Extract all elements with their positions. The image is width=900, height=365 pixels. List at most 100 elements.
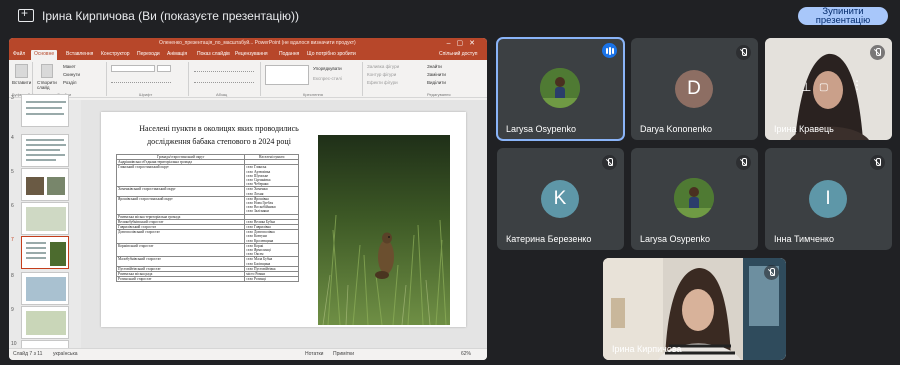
tab-design[interactable]: Конструктор bbox=[101, 51, 130, 57]
shape-outline-button[interactable]: Контур фігури bbox=[367, 72, 396, 77]
slide-counter: Слайд 7 з 11 bbox=[13, 351, 43, 357]
window-controls[interactable]: –▢✕ bbox=[447, 39, 481, 47]
tab-insert[interactable]: Вставлення bbox=[66, 51, 93, 57]
participant-tile-iryna-kravets[interactable]: ⊥ ▢ ⋮ Ірина Кравець bbox=[765, 38, 892, 140]
layout-button[interactable]: Макет bbox=[63, 64, 76, 69]
participant-tile-larysa-osypenko-2[interactable]: Larysa Osypenko bbox=[631, 148, 758, 250]
participant-tile-darya-kononenko[interactable]: D Darya Kononenko bbox=[631, 38, 758, 140]
thumbnail-image bbox=[21, 272, 69, 305]
notes-button[interactable]: Нотатки bbox=[305, 351, 323, 357]
quick-styles-button[interactable]: Експрес-стилі bbox=[313, 76, 342, 81]
participant-name: Darya Kononenko bbox=[640, 124, 713, 134]
find-button[interactable]: Знайти bbox=[427, 64, 442, 69]
reset-button[interactable]: Скинути bbox=[63, 72, 80, 77]
shape-effects-button[interactable]: Ефекти фігури bbox=[367, 80, 398, 85]
font-name-box[interactable] bbox=[111, 65, 155, 72]
font-size-box[interactable] bbox=[157, 65, 171, 72]
clipboard-group: Вставити Буфер обміну bbox=[11, 62, 38, 97]
mic-off-icon bbox=[736, 155, 751, 170]
thumbnail-number: 3 bbox=[11, 95, 14, 101]
tab-transitions[interactable]: Переходи bbox=[137, 51, 160, 57]
replace-button[interactable]: Замінити bbox=[427, 72, 446, 77]
paragraph-row-1[interactable] bbox=[194, 65, 254, 72]
tab-view[interactable]: Подання bbox=[279, 51, 299, 57]
table-row: Глинський старостинський округ село Глинс… bbox=[115, 164, 299, 188]
community-cell: Коржівський старостат bbox=[115, 242, 246, 258]
thumbnail-number: 4 bbox=[11, 135, 14, 141]
settlements-cell: село Довгополівка село Ковтуни село Крол… bbox=[244, 229, 299, 244]
arrange-button[interactable]: Упорядкувати bbox=[313, 66, 342, 71]
more-options-icon[interactable]: ⋮ bbox=[851, 78, 863, 92]
settlements-table[interactable]: Громада/старостинський округ Населені пу… bbox=[115, 153, 299, 283]
participant-name: Інна Тимченко bbox=[774, 234, 834, 244]
new-slide-icon[interactable] bbox=[41, 64, 53, 78]
slide-thumbnail-selected[interactable]: 7 bbox=[9, 236, 81, 274]
paragraph-group-label: Абзац bbox=[216, 92, 228, 97]
select-button[interactable]: Виділити bbox=[427, 80, 446, 85]
slide-thumbnail[interactable]: 8 bbox=[9, 272, 81, 310]
thumbnail-image bbox=[21, 168, 69, 201]
slide-thumbnail[interactable]: 6 bbox=[9, 202, 81, 240]
community-cell: Довгополівський старостат bbox=[115, 229, 246, 244]
tab-file[interactable]: Файл bbox=[13, 51, 25, 57]
tab-slideshow[interactable]: Показ слайдів bbox=[197, 51, 230, 57]
mic-off-icon bbox=[870, 45, 885, 60]
slide-title[interactable]: Населені пункти в околицях яких проводил… bbox=[119, 122, 319, 148]
presenter-banner: Ірина Кирпичова (Ви (показуєте презентац… bbox=[42, 9, 300, 23]
drawing-group-label: Креслення bbox=[303, 92, 323, 97]
tab-home[interactable]: Основне bbox=[31, 50, 58, 60]
table-row: Малобубнівський старостат село Мала Бубна… bbox=[115, 256, 299, 267]
zoom-level[interactable]: 62% bbox=[461, 351, 471, 357]
avatar bbox=[540, 68, 580, 108]
comments-button[interactable]: Примітки bbox=[333, 351, 354, 357]
thumbnail-number: 8 bbox=[11, 273, 14, 279]
ribbon-tabs: Файл Основне Вставлення Конструктор Пере… bbox=[9, 50, 487, 60]
document-title: Олененко_презентація_по_масштабуй... Pow… bbox=[159, 40, 356, 46]
stop-presenting-button[interactable]: Зупинити презентацію bbox=[798, 7, 888, 25]
community-cell: Малобубнівський старостат bbox=[115, 256, 246, 267]
table-row: Рогинський старостат село Рогинці bbox=[115, 276, 299, 283]
language-indicator[interactable]: українська bbox=[53, 351, 78, 357]
slide-thumbnail[interactable]: 5 bbox=[9, 168, 81, 206]
frame-icon[interactable]: ▢ bbox=[819, 82, 828, 93]
participant-tile-iryna-kyrpychova-self[interactable]: Ірина Кирпичова bbox=[603, 258, 786, 360]
community-cell: Ярошівський старостинський округ bbox=[115, 195, 246, 215]
tell-me-box[interactable]: Що потрібно зробити bbox=[307, 51, 356, 57]
shapes-gallery[interactable] bbox=[265, 65, 309, 85]
table-row: Хоменківський старостинський округ село Х… bbox=[115, 186, 299, 197]
slide-thumbnail[interactable]: 4 bbox=[9, 134, 81, 172]
meeting-top-bar: Ірина Кирпичова (Ви (показуєте презентац… bbox=[0, 0, 900, 32]
font-format-row[interactable] bbox=[111, 76, 171, 83]
share-link[interactable]: Спільний доступ bbox=[439, 51, 477, 57]
participant-tile-larysa-osypenko[interactable]: Larysa Osypenko bbox=[496, 37, 625, 141]
tab-animations[interactable]: Анімація bbox=[167, 51, 187, 57]
paste-icon[interactable] bbox=[15, 64, 28, 78]
participant-tile-kateryna-berezenko[interactable]: K Катерина Березенко bbox=[497, 148, 624, 250]
avatar bbox=[674, 178, 714, 218]
settlements-cell: село Рогинці bbox=[244, 276, 299, 283]
powerpoint-status-bar: Слайд 7 з 11 українська Нотатки Примітки… bbox=[9, 348, 487, 360]
participant-name: Ірина Кирпичова bbox=[612, 344, 682, 354]
tab-review[interactable]: Рецензування bbox=[235, 51, 268, 57]
pin-icon[interactable]: ⊥ bbox=[801, 80, 811, 94]
mic-off-icon bbox=[736, 45, 751, 60]
current-slide[interactable]: Населені пункти в околицях яких проводил… bbox=[101, 112, 466, 327]
marmot-photo[interactable] bbox=[318, 135, 450, 325]
slide-thumbnail[interactable]: 9 bbox=[9, 306, 81, 344]
thumbnail-number: 6 bbox=[11, 203, 14, 209]
settlements-cell: село Ярошівка село Нова Гребля село Воск… bbox=[244, 195, 299, 215]
editing-group-label: Редагування bbox=[427, 92, 451, 97]
new-slide-label: Створити слайд bbox=[37, 80, 57, 90]
shape-fill-button[interactable]: Заливка фігури bbox=[367, 64, 399, 69]
ribbon-home: Вставити Буфер обміну Створити слайд Мак… bbox=[9, 60, 487, 98]
slide-thumbnail[interactable]: 3 bbox=[9, 94, 81, 132]
paragraph-row-2[interactable] bbox=[194, 76, 254, 83]
community-cell: Рогинський старостат bbox=[115, 276, 246, 283]
settlements-cell: село Мала Бубна село Басівщина bbox=[244, 256, 299, 267]
participant-tile-inna-tymchenko[interactable]: I Інна Тимченко bbox=[765, 148, 892, 250]
section-button[interactable]: Розділ bbox=[63, 80, 76, 85]
avatar: I bbox=[809, 180, 847, 218]
font-group: Шрифт bbox=[109, 62, 189, 97]
slide-editing-canvas[interactable]: Населені пункти в околицях яких проводил… bbox=[81, 100, 487, 348]
powerpoint-titlebar: Олененко_презентація_по_масштабуй... Pow… bbox=[9, 38, 487, 50]
